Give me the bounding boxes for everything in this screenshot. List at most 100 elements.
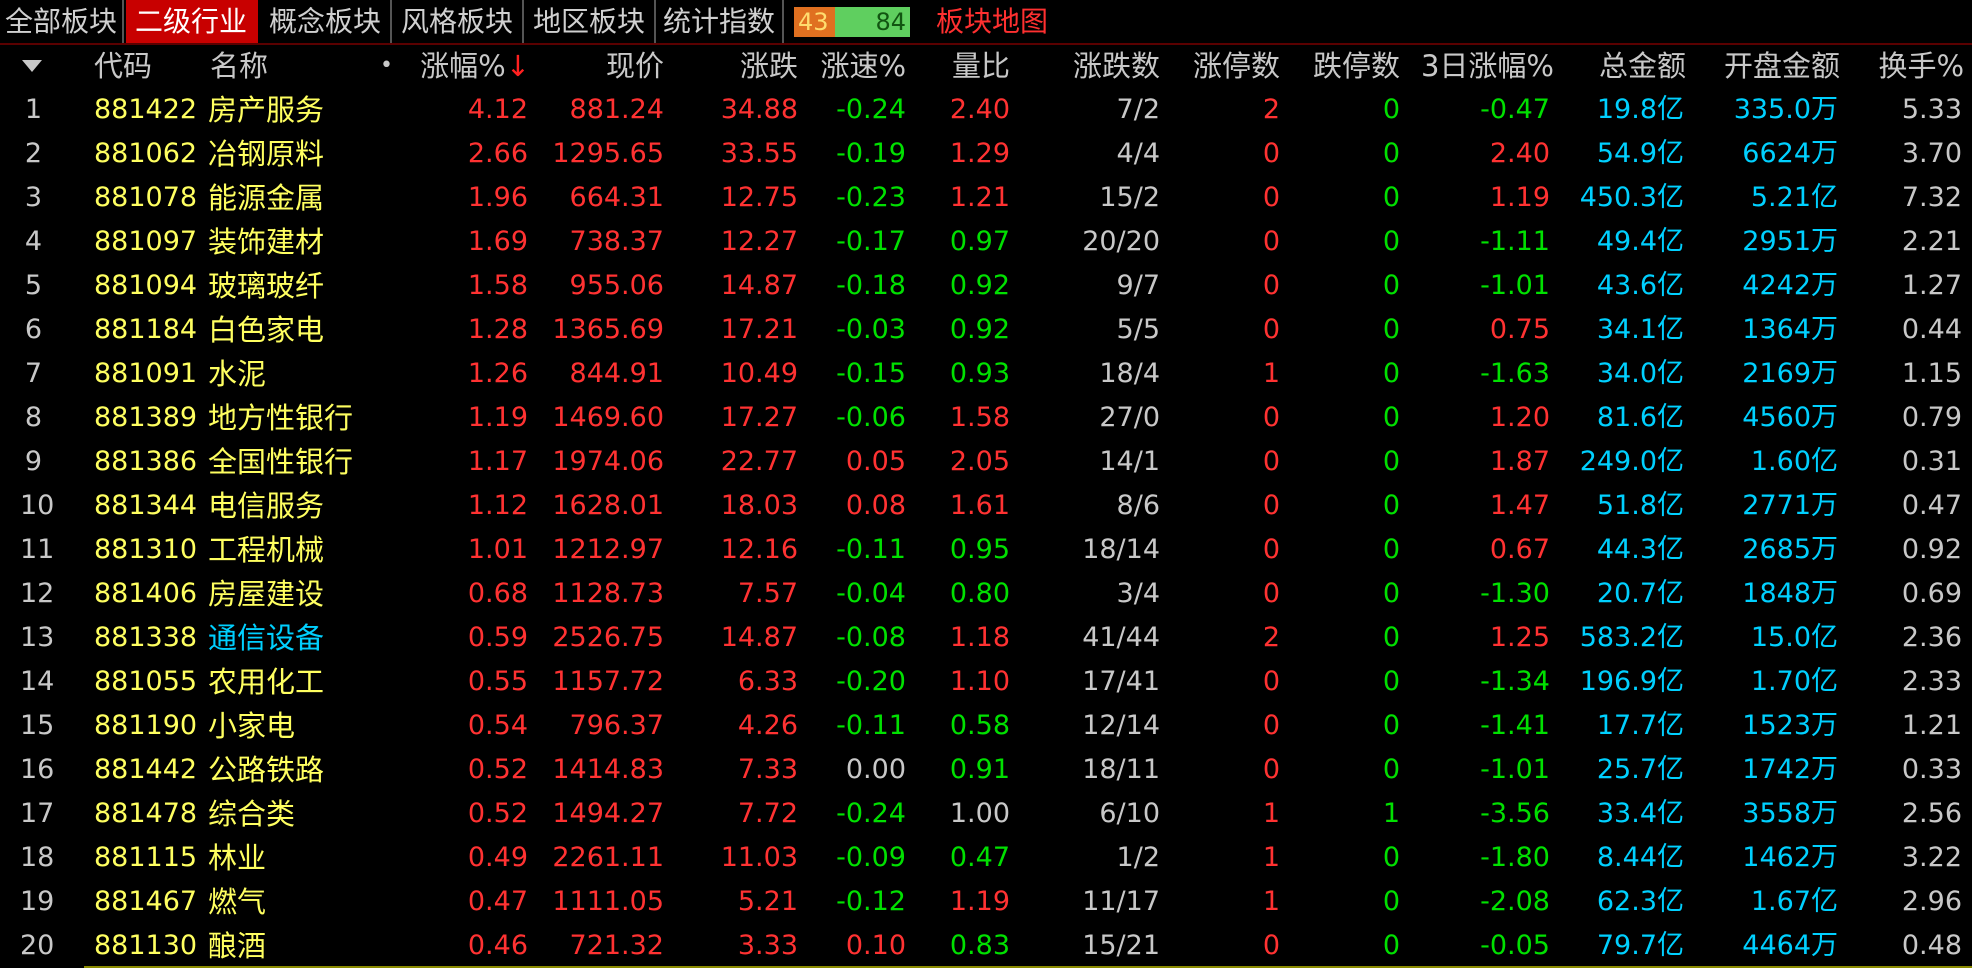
table-row[interactable]: 3 881078 能源金属 1.96 664.31 12.75 -0.23 1.21 15/2 0… bbox=[0, 176, 1972, 220]
table-row[interactable]: 8 881389 地方性银行 1.19 1469.60 17.27 -0.06 1.58 27/… bbox=[0, 396, 1972, 440]
cell-updown: 15/21 bbox=[1082, 930, 1160, 961]
cell-open-amount: 4242万 bbox=[1742, 270, 1838, 301]
cell-idx: 15 bbox=[20, 710, 55, 741]
cell-open-amount: 4464万 bbox=[1742, 930, 1838, 961]
table-row[interactable]: 2 881062 冶钢原料 2.66 1295.65 33.55 -0.19 1.29 4/4 0… bbox=[0, 132, 1972, 176]
cell-limit-up: 0 bbox=[1262, 490, 1280, 521]
cell-price: 1365.69 bbox=[552, 314, 664, 345]
cell-idx: 3 bbox=[24, 182, 42, 213]
cell-price: 2526.75 bbox=[552, 622, 664, 653]
cell-speed: -0.15 bbox=[836, 358, 906, 389]
cell-price: 1212.97 bbox=[552, 534, 664, 565]
col-speed[interactable]: 涨速% bbox=[800, 46, 906, 86]
cell-idx: 2 bbox=[24, 138, 42, 169]
tab-concept-sectors[interactable]: 概念板块 bbox=[260, 0, 392, 44]
cell-pct: 1.26 bbox=[467, 358, 528, 389]
cell-code: 881094 bbox=[94, 270, 198, 301]
col-pct[interactable]: 涨幅%↓ bbox=[400, 46, 530, 86]
table-row[interactable]: 6 881184 白色家电 1.28 1365.69 17.21 -0.03 0.92 5/5 0… bbox=[0, 308, 1972, 352]
cell-price: 1157.72 bbox=[552, 666, 664, 697]
table-row[interactable]: 5 881094 玻璃玻纤 1.58 955.06 14.87 -0.18 0.92 9/7 0 0… bbox=[0, 264, 1972, 308]
cell-speed: -0.09 bbox=[836, 842, 906, 873]
col-change[interactable]: 涨跌 bbox=[680, 46, 798, 86]
cell-idx: 13 bbox=[20, 622, 55, 653]
cell-price: 664.31 bbox=[569, 182, 664, 213]
cell-price: 1974.06 bbox=[552, 446, 664, 477]
table-row[interactable]: 10 881344 电信服务 1.12 1628.01 18.03 0.08 1.61 8/6 0… bbox=[0, 484, 1972, 528]
col-name[interactable]: 名称 bbox=[210, 46, 268, 86]
cell-open-amount: 3558万 bbox=[1742, 798, 1838, 829]
table-row[interactable]: 15 881190 小家电 0.54 796.37 4.26 -0.11 0.58 12/14 0… bbox=[0, 704, 1972, 748]
cell-pct3d: 1.19 bbox=[1489, 182, 1550, 213]
sort-desc-icon: ↓ bbox=[505, 49, 530, 83]
table-row[interactable]: 12 881406 房屋建设 0.68 1128.73 7.57 -0.04 0.80 3/4 0… bbox=[0, 572, 1972, 616]
cell-code: 881130 bbox=[94, 930, 198, 961]
table-row[interactable]: 1 881422 房产服务 4.12 881.24 34.88 -0.24 2.40 7/2 2 0… bbox=[0, 88, 1972, 132]
table-row[interactable]: 19 881467 燃气 0.47 1111.05 5.21 -0.12 1.19 11/17 1… bbox=[0, 880, 1972, 924]
cell-pct: 4.12 bbox=[467, 94, 528, 125]
cell-change: 11.03 bbox=[720, 842, 798, 873]
cell-speed: -0.19 bbox=[836, 138, 906, 169]
cell-limit-down: 0 bbox=[1382, 930, 1400, 961]
cell-pct: 0.68 bbox=[467, 578, 528, 609]
cell-pct3d: -3.56 bbox=[1480, 798, 1550, 829]
cell-updown: 12/14 bbox=[1082, 710, 1160, 741]
tab-region-sectors[interactable]: 地区板块 bbox=[524, 0, 656, 44]
cell-limit-down: 0 bbox=[1382, 666, 1400, 697]
cell-turnover: 3.70 bbox=[1901, 138, 1962, 169]
cell-change: 10.49 bbox=[720, 358, 798, 389]
table-row[interactable]: 18 881115 林业 0.49 2261.11 11.03 -0.09 0.47 1/2 1 0… bbox=[0, 836, 1972, 880]
col-vol-ratio[interactable]: 量比 bbox=[920, 46, 1010, 86]
tab-style-sectors[interactable]: 风格板块 bbox=[392, 0, 524, 44]
cell-pct3d: 0.75 bbox=[1489, 314, 1550, 345]
cell-pct: 1.69 bbox=[467, 226, 528, 257]
cell-updown: 14/1 bbox=[1099, 446, 1160, 477]
tab-industry-level2[interactable]: 二级行业 bbox=[126, 0, 258, 44]
col-turnover[interactable]: 换手% bbox=[1850, 46, 1964, 86]
cell-limit-down: 0 bbox=[1382, 578, 1400, 609]
table-row[interactable]: 20 881130 酿酒 0.46 721.32 3.33 0.10 0.83 15/21 0 0 -… bbox=[0, 924, 1972, 968]
cell-code: 881190 bbox=[94, 710, 198, 741]
col-updown[interactable]: 涨跌数 bbox=[1040, 46, 1160, 86]
column-menu-icon[interactable] bbox=[22, 60, 42, 72]
cell-pct3d: 1.47 bbox=[1489, 490, 1550, 521]
cell-turnover: 0.44 bbox=[1901, 314, 1962, 345]
cell-change: 7.72 bbox=[737, 798, 798, 829]
cell-speed: -0.18 bbox=[836, 270, 906, 301]
sector-map-link[interactable]: 板块地图 bbox=[936, 0, 1048, 44]
cell-open-amount: 2951万 bbox=[1742, 226, 1838, 257]
cell-turnover: 1.27 bbox=[1901, 270, 1962, 301]
name-dot-icon: • bbox=[380, 53, 393, 78]
cell-amount: 79.7亿 bbox=[1596, 930, 1684, 961]
cell-turnover: 2.21 bbox=[1901, 226, 1962, 257]
table-row[interactable]: 17 881478 综合类 0.52 1494.27 7.72 -0.24 1.00 6/10 1… bbox=[0, 792, 1972, 836]
table-row[interactable]: 4 881097 装饰建材 1.69 738.37 12.27 -0.17 0.97 20/20… bbox=[0, 220, 1972, 264]
cell-limit-up: 0 bbox=[1262, 578, 1280, 609]
cell-open-amount: 335.0万 bbox=[1733, 94, 1838, 125]
cell-limit-up: 0 bbox=[1262, 270, 1280, 301]
tab-all-sectors[interactable]: 全部板块 bbox=[0, 0, 124, 44]
col-pct3d[interactable]: 3日涨幅% bbox=[1400, 46, 1554, 86]
cell-turnover: 0.79 bbox=[1901, 402, 1962, 433]
cell-speed: 0.00 bbox=[845, 754, 906, 785]
cell-limit-down: 0 bbox=[1382, 754, 1400, 785]
cell-idx: 20 bbox=[20, 930, 55, 961]
cell-turnover: 2.56 bbox=[1901, 798, 1962, 829]
cell-change: 6.33 bbox=[737, 666, 798, 697]
tab-stat-index[interactable]: 统计指数 bbox=[656, 0, 784, 44]
col-limit-down[interactable]: 跌停数 bbox=[1280, 46, 1400, 86]
col-open-amount[interactable]: 开盘金额 bbox=[1690, 46, 1840, 86]
cell-amount: 54.9亿 bbox=[1596, 138, 1684, 169]
table-row[interactable]: 16 881442 公路铁路 0.52 1414.83 7.33 0.00 0.91 18/11… bbox=[0, 748, 1972, 792]
table-row[interactable]: 11 881310 工程机械 1.01 1212.97 12.16 -0.11 0.95 18/… bbox=[0, 528, 1972, 572]
cell-pct3d: -1.63 bbox=[1480, 358, 1550, 389]
cell-limit-up: 0 bbox=[1262, 138, 1280, 169]
table-row[interactable]: 14 881055 农用化工 0.55 1157.72 6.33 -0.20 1.10 17/4… bbox=[0, 660, 1972, 704]
col-code[interactable]: 代码 bbox=[94, 46, 152, 86]
col-price[interactable]: 现价 bbox=[540, 46, 664, 86]
table-row[interactable]: 7 881091 水泥 1.26 844.91 10.49 -0.15 0.93 18/4 1 0 -… bbox=[0, 352, 1972, 396]
col-limit-up[interactable]: 涨停数 bbox=[1160, 46, 1280, 86]
table-row[interactable]: 13 881338 通信设备 0.59 2526.75 14.87 -0.08 1.18 41/… bbox=[0, 616, 1972, 660]
col-amount[interactable]: 总金额 bbox=[1560, 46, 1686, 86]
table-row[interactable]: 9 881386 全国性银行 1.17 1974.06 22.77 0.05 2.05 14/1… bbox=[0, 440, 1972, 484]
